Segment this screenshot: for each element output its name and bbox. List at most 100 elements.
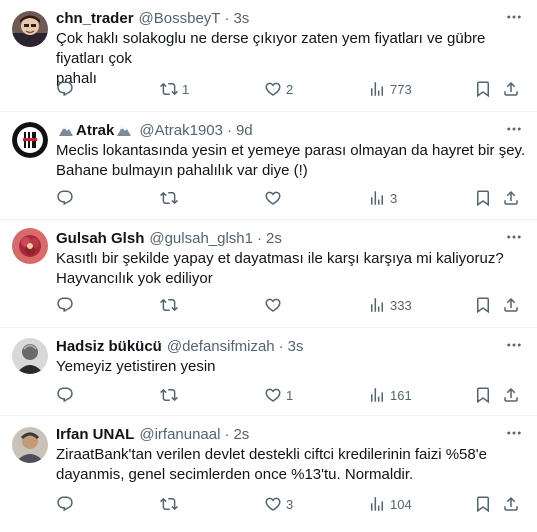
bookmark-button[interactable] bbox=[474, 79, 492, 99]
bookmark-button[interactable] bbox=[474, 188, 492, 208]
bookmark-button[interactable] bbox=[474, 295, 492, 315]
display-name[interactable]: chn_trader bbox=[56, 10, 134, 27]
retweet-button[interactable] bbox=[160, 494, 182, 514]
bookmark-icon bbox=[474, 189, 492, 207]
share-button[interactable] bbox=[502, 385, 520, 405]
views-icon bbox=[368, 495, 386, 513]
timestamp[interactable]: 2s bbox=[233, 426, 249, 443]
share-button[interactable] bbox=[502, 494, 520, 514]
like-count: 1 bbox=[286, 387, 294, 403]
tweet[interactable]: Hadsiz bükücü @defansifmizah · 3s Yemeyi… bbox=[0, 328, 537, 416]
share-icon bbox=[502, 495, 520, 513]
views-button[interactable]: 3 bbox=[368, 188, 397, 208]
display-name[interactable]: Gulsah Glsh bbox=[56, 230, 144, 247]
views-button[interactable]: 161 bbox=[368, 385, 412, 405]
separator-dot: · bbox=[226, 121, 232, 139]
heart-icon bbox=[264, 386, 282, 404]
more-icon bbox=[505, 8, 523, 26]
retweet-button[interactable] bbox=[160, 188, 182, 208]
like-count: 3 bbox=[286, 496, 294, 512]
portrait-avatar-icon bbox=[12, 338, 48, 374]
views-icon bbox=[368, 386, 386, 404]
cartoon-avatar-icon bbox=[12, 11, 48, 47]
views-icon bbox=[368, 296, 386, 314]
more-options-button[interactable] bbox=[505, 338, 523, 352]
like-button[interactable]: 1 bbox=[264, 385, 293, 405]
more-options-button[interactable] bbox=[505, 426, 523, 440]
more-options-button[interactable] bbox=[505, 122, 523, 136]
tweet-header: Gulsah Glsh @gulsah_glsh1 · 2s bbox=[56, 228, 523, 248]
retweet-icon bbox=[160, 386, 178, 404]
reply-button[interactable] bbox=[56, 385, 78, 405]
display-name[interactable]: Atrak bbox=[76, 122, 114, 139]
like-count: 2 bbox=[286, 81, 294, 97]
bookmark-icon bbox=[474, 296, 492, 314]
avatar[interactable] bbox=[12, 122, 48, 158]
views-icon bbox=[368, 189, 386, 207]
tweet[interactable]: Gulsah Glsh @gulsah_glsh1 · 2s Kasıtlı b… bbox=[0, 220, 537, 328]
reply-icon bbox=[56, 386, 74, 404]
bookmark-icon bbox=[474, 80, 492, 98]
retweet-button[interactable] bbox=[160, 295, 182, 315]
user-handle[interactable]: @BossbeyT bbox=[139, 10, 221, 27]
user-handle[interactable]: @defansifmizah bbox=[167, 338, 275, 355]
user-handle[interactable]: @irfanunaal bbox=[139, 426, 220, 443]
tweet[interactable]: chn_trader @BossbeyT · 3s Çok haklı sola… bbox=[0, 0, 537, 112]
more-icon bbox=[505, 120, 523, 138]
timestamp[interactable]: 9d bbox=[236, 122, 253, 139]
bookmark-button[interactable] bbox=[474, 385, 492, 405]
views-button[interactable]: 333 bbox=[368, 295, 412, 315]
heart-icon bbox=[264, 189, 282, 207]
views-button[interactable]: 104 bbox=[368, 494, 412, 514]
like-button[interactable]: 3 bbox=[264, 494, 293, 514]
avatar[interactable] bbox=[12, 427, 48, 463]
retweet-button[interactable] bbox=[160, 385, 182, 405]
view-count: 104 bbox=[390, 496, 412, 512]
tweet-header: Atrak @Atrak1903 · 9d bbox=[56, 120, 523, 140]
tweet[interactable]: Irfan UNAL @irfanunaal · 2s ZiraatBank't… bbox=[0, 416, 537, 532]
views-icon bbox=[368, 80, 386, 98]
views-button[interactable]: 773 bbox=[368, 79, 412, 99]
more-options-button[interactable] bbox=[505, 10, 523, 24]
avatar[interactable] bbox=[12, 11, 48, 47]
action-bar: 333 bbox=[56, 295, 526, 315]
tweet-content: Hadsiz bükücü @defansifmizah · 3s Yemeyi… bbox=[56, 336, 523, 377]
tweet-content: chn_trader @BossbeyT · 3s Çok haklı sola… bbox=[56, 8, 523, 89]
timestamp[interactable]: 3s bbox=[233, 10, 249, 27]
mountain-emoji-icon bbox=[59, 127, 73, 136]
more-icon bbox=[505, 336, 523, 354]
retweet-count: 1 bbox=[182, 81, 190, 97]
timestamp[interactable]: 3s bbox=[288, 338, 304, 355]
flower-avatar-icon bbox=[12, 228, 48, 264]
reply-button[interactable] bbox=[56, 188, 78, 208]
tweet-text: ZiraatBank'tan verilen devlet destekli c… bbox=[56, 446, 487, 483]
reply-button[interactable] bbox=[56, 295, 78, 315]
user-handle[interactable]: @gulsah_glsh1 bbox=[149, 230, 253, 247]
like-button[interactable]: 2 bbox=[264, 79, 293, 99]
retweet-button[interactable]: 1 bbox=[160, 79, 189, 99]
display-name[interactable]: Irfan UNAL bbox=[56, 426, 134, 443]
like-button[interactable] bbox=[264, 188, 286, 208]
avatar[interactable] bbox=[12, 338, 48, 374]
avatar[interactable] bbox=[12, 228, 48, 264]
display-name[interactable]: Hadsiz bükücü bbox=[56, 338, 162, 355]
reply-button[interactable] bbox=[56, 494, 78, 514]
view-count: 161 bbox=[390, 387, 412, 403]
timestamp[interactable]: 2s bbox=[266, 230, 282, 247]
tweet[interactable]: Atrak @Atrak1903 · 9d Meclis lokantasınd… bbox=[0, 112, 537, 220]
action-bar: 1 2 773 bbox=[56, 79, 526, 99]
bookmark-button[interactable] bbox=[474, 494, 492, 514]
action-bar: 3 104 bbox=[56, 494, 526, 514]
tweet-header: Irfan UNAL @irfanunaal · 2s bbox=[56, 424, 523, 444]
share-button[interactable] bbox=[502, 295, 520, 315]
reply-button[interactable] bbox=[56, 79, 78, 99]
share-button[interactable] bbox=[502, 188, 520, 208]
user-handle[interactable]: @Atrak1903 bbox=[139, 122, 223, 139]
share-icon bbox=[502, 80, 520, 98]
share-icon bbox=[502, 386, 520, 404]
mountain-emoji-icon bbox=[117, 127, 132, 136]
timeline: chn_trader @BossbeyT · 3s Çok haklı sola… bbox=[0, 0, 537, 532]
like-button[interactable] bbox=[264, 295, 286, 315]
more-options-button[interactable] bbox=[505, 230, 523, 244]
share-button[interactable] bbox=[502, 79, 520, 99]
